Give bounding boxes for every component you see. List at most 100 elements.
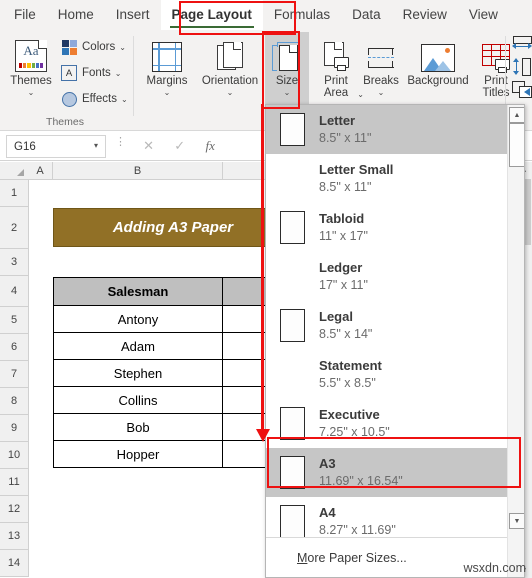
background-button-label: Background: [407, 75, 469, 87]
row-header-3[interactable]: 3: [0, 249, 29, 276]
size-icon: [265, 34, 309, 72]
scale-icon[interactable]: [512, 81, 532, 98]
effects-button-label: Effects: [82, 93, 117, 105]
margins-chevron-down-icon[interactable]: ⌄: [140, 88, 194, 97]
cancel-icon[interactable]: ✕: [143, 138, 154, 154]
row-header-1[interactable]: 1: [0, 180, 29, 207]
table-row[interactable]: Adam: [53, 332, 223, 360]
effects-chevron-down-icon[interactable]: ⌄: [121, 95, 128, 104]
table-header-salesman-label: Salesman: [107, 284, 169, 299]
paper-size-legal[interactable]: Legal 8.5" x 14": [266, 301, 508, 350]
row-header-4[interactable]: 4: [0, 276, 29, 307]
excel-window: File Home Insert Page Layout Formulas Da…: [0, 0, 532, 578]
row-header-6[interactable]: 6: [0, 334, 29, 361]
paper-size-name: Letter: [319, 113, 356, 128]
row-header-4-label: 4: [10, 285, 18, 297]
row-header-12[interactable]: 12: [0, 496, 29, 523]
select-all-corner[interactable]: [0, 162, 29, 180]
name-box[interactable]: G16 ▾: [6, 135, 106, 158]
table-row[interactable]: Bob: [53, 413, 223, 441]
row-header-13[interactable]: 13: [0, 523, 29, 550]
dropdown-scrollbar-thumb[interactable]: [509, 123, 524, 167]
table-header-salesman[interactable]: Salesman: [53, 277, 223, 306]
row-header-11-label: 11: [8, 476, 20, 488]
table-row[interactable]: Stephen: [53, 359, 223, 387]
colors-chevron-down-icon[interactable]: ⌄: [119, 43, 126, 52]
dropdown-scroll-up-icon[interactable]: ▲: [509, 107, 524, 123]
fonts-icon: A: [60, 64, 78, 82]
table-row[interactable]: Hopper: [53, 440, 223, 468]
more-paper-sizes-label: More Paper Sizes...: [266, 551, 407, 565]
tab-file[interactable]: File: [0, 0, 47, 30]
margins-button[interactable]: Margins ⌄: [140, 34, 194, 97]
tab-review-label: Review: [402, 7, 447, 22]
paper-size-name: Executive: [319, 407, 380, 422]
row-header-7[interactable]: 7: [0, 361, 29, 388]
margins-icon: [140, 34, 194, 72]
orientation-chevron-down-icon[interactable]: ⌄: [195, 88, 265, 97]
row-header-5[interactable]: 5: [0, 307, 29, 334]
formula-bar-handle[interactable]: ⋮: [115, 137, 126, 148]
column-header-b[interactable]: B: [53, 162, 223, 180]
fonts-button[interactable]: A Fonts ⌄: [60, 63, 121, 83]
print-area-icon: [312, 34, 360, 72]
tab-page-layout[interactable]: Page Layout: [160, 0, 263, 30]
print-area-line1: Print: [324, 75, 348, 87]
paper-size-executive[interactable]: Executive 7.25" x 10.5": [266, 399, 508, 448]
orientation-button[interactable]: Orientation ⌄: [195, 34, 265, 97]
paper-size-letter-small[interactable]: Letter Small 8.5" x 11": [266, 154, 508, 203]
row-header-5-label: 5: [10, 314, 18, 326]
effects-icon: [60, 90, 78, 108]
paper-icon-placeholder: [266, 155, 319, 202]
tab-formulas[interactable]: Formulas: [263, 0, 341, 30]
name-box-chevron-down-icon[interactable]: ▾: [94, 141, 98, 150]
row-header-2[interactable]: 2: [0, 207, 29, 249]
fonts-chevron-down-icon[interactable]: ⌄: [115, 69, 122, 78]
tab-data[interactable]: Data: [341, 0, 392, 30]
paper-size-tabloid[interactable]: Tabloid 11" x 17": [266, 203, 508, 252]
row-header-8[interactable]: 8: [0, 388, 29, 415]
effects-button[interactable]: Effects ⌄: [60, 89, 128, 109]
paper-size-a3[interactable]: A3 11.69" x 16.54": [266, 448, 508, 497]
background-button[interactable]: Background: [402, 34, 474, 88]
row-header-10[interactable]: 10: [0, 442, 29, 469]
tab-data-label: Data: [352, 7, 381, 22]
print-area-line2: Area: [323, 87, 349, 99]
tab-view[interactable]: View: [458, 0, 509, 30]
row-header-11[interactable]: 11: [0, 469, 29, 496]
breaks-button[interactable]: Breaks ⌄: [358, 34, 404, 97]
paper-size-ledger[interactable]: Ledger 17" x 11": [266, 252, 508, 301]
breaks-icon: [358, 34, 404, 72]
height-icon[interactable]: [512, 58, 532, 76]
themes-button[interactable]: Aa Themes ⌄: [4, 34, 58, 97]
table-row[interactable]: Collins: [53, 386, 223, 414]
tab-home[interactable]: Home: [47, 0, 105, 30]
print-area-button[interactable]: Print Area ⌄: [312, 34, 364, 99]
row-header-6-label: 6: [10, 341, 18, 353]
tab-review[interactable]: Review: [392, 0, 458, 30]
salesman-name: Collins: [118, 392, 158, 408]
paper-size-letter[interactable]: Letter 8.5" x 11": [266, 105, 508, 154]
row-header-9[interactable]: 9: [0, 415, 29, 442]
colors-button[interactable]: Colors ⌄: [60, 37, 126, 57]
insert-function-icon[interactable]: fx: [205, 138, 214, 154]
dropdown-scroll-down-icon[interactable]: ▼: [509, 513, 524, 529]
fonts-a-glyph: A: [65, 67, 73, 79]
title-cell[interactable]: Adding A3 Paper: [53, 208, 293, 247]
table-row[interactable]: Antony: [53, 305, 223, 333]
breaks-chevron-down-icon[interactable]: ⌄: [358, 88, 404, 97]
tab-insert[interactable]: Insert: [105, 0, 161, 30]
themes-chevron-down-icon[interactable]: ⌄: [4, 88, 58, 97]
width-icon[interactable]: [512, 36, 532, 52]
paper-icon: [266, 449, 319, 496]
paper-size-dim: 17" x 11": [319, 278, 368, 292]
row-header-14[interactable]: 14: [0, 550, 29, 577]
size-chevron-down-icon[interactable]: ⌄: [265, 88, 309, 97]
paper-size-statement[interactable]: Statement 5.5" x 8.5": [266, 350, 508, 399]
dropdown-scrollbar[interactable]: ▲ ▼: [507, 105, 524, 577]
paper-size-name: Tabloid: [319, 211, 365, 226]
column-header-a[interactable]: A: [28, 162, 53, 180]
confirm-icon[interactable]: ✓: [174, 138, 185, 154]
tab-view-label: View: [468, 7, 498, 22]
active-tab-underline: [169, 25, 254, 28]
